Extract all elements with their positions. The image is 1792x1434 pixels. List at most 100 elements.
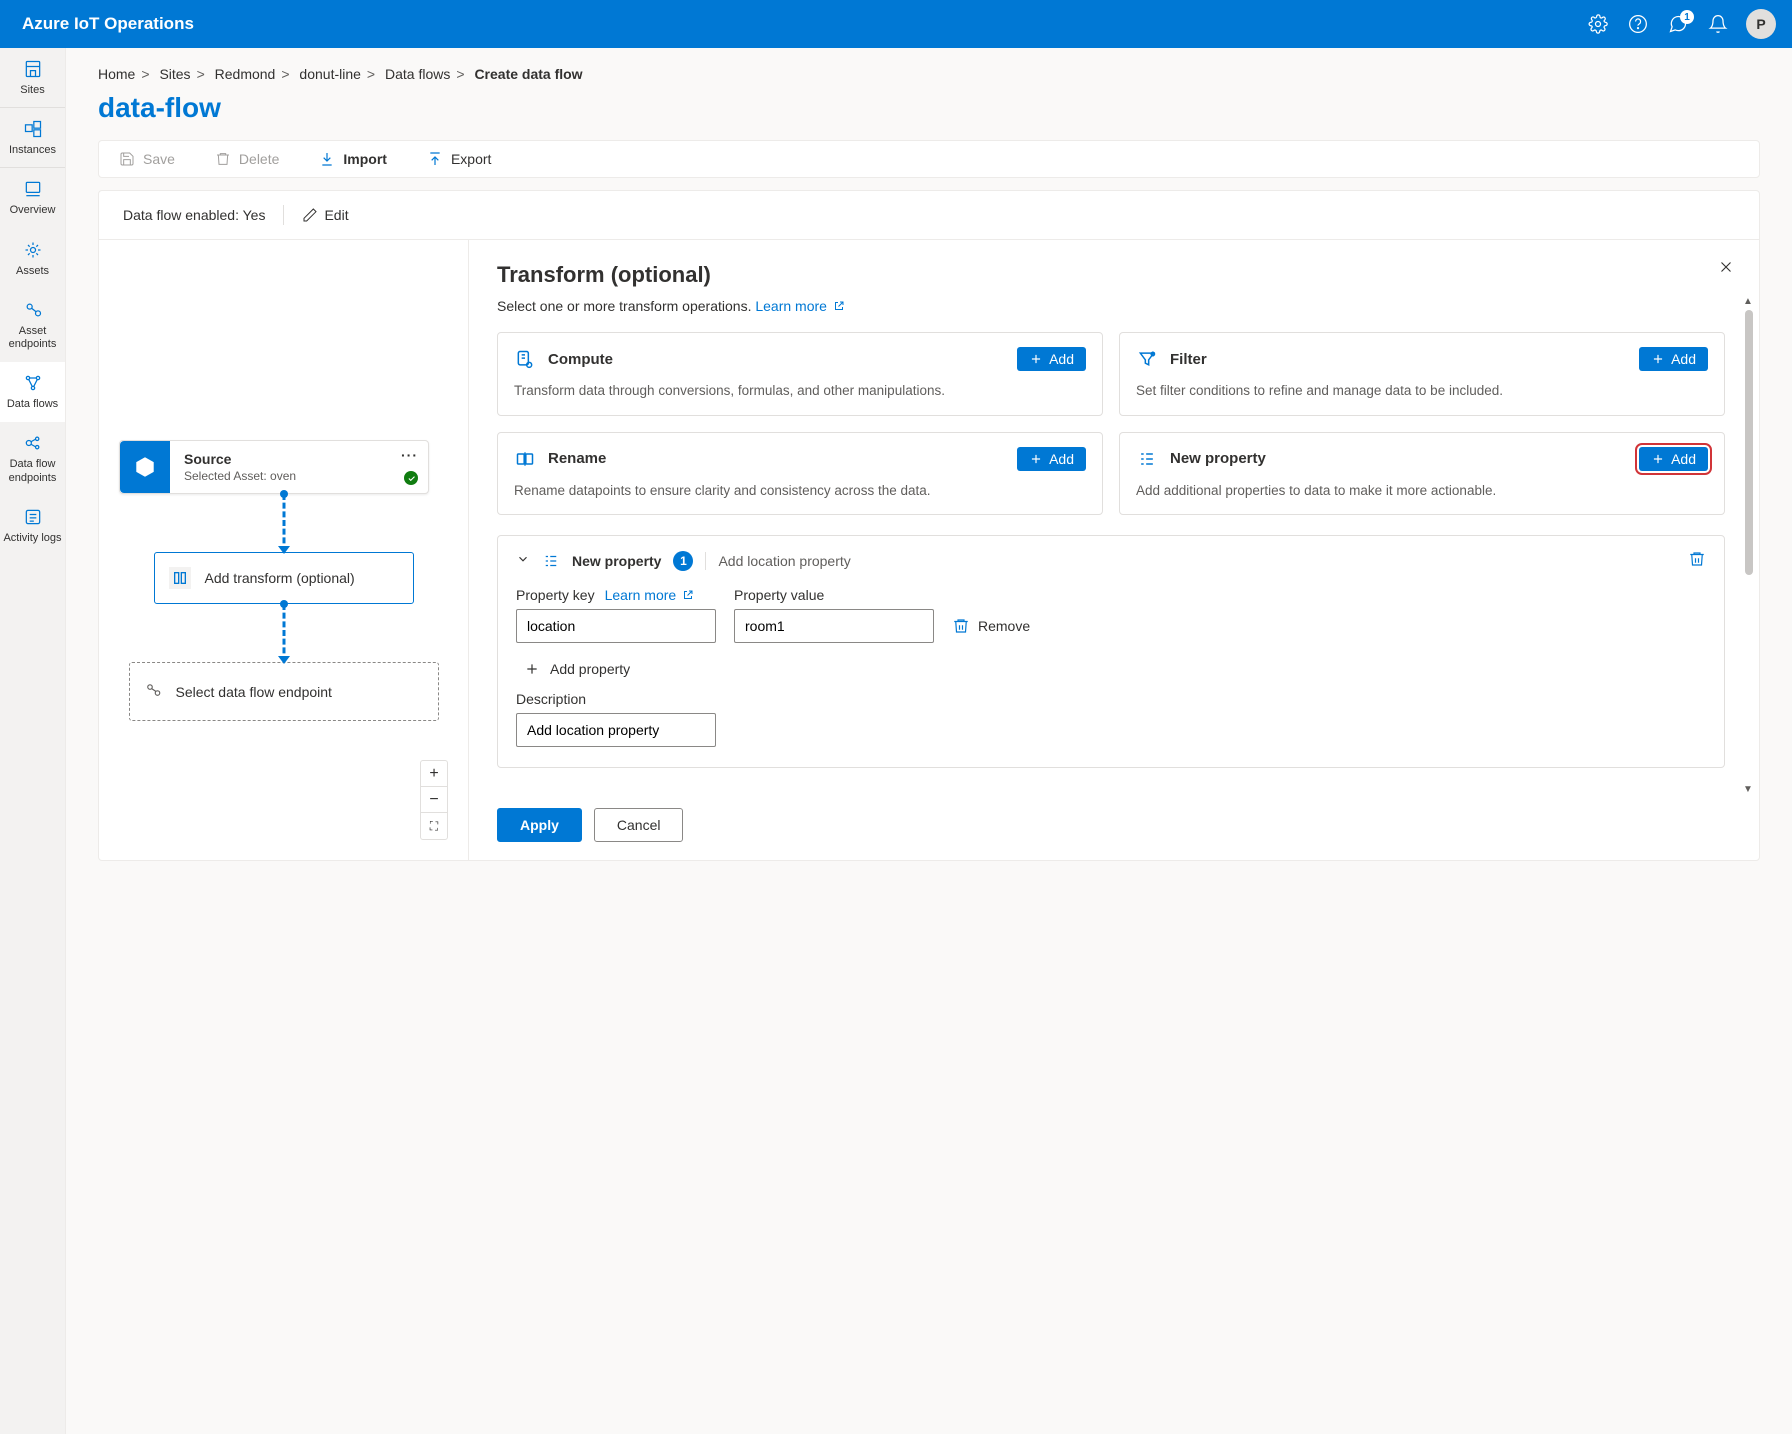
scroll-down-icon[interactable]: ▼ (1743, 784, 1753, 794)
panel-title: Transform (optional) (497, 262, 1731, 288)
sidebar-item-assets[interactable]: Assets (0, 229, 65, 289)
delete-section-button[interactable] (1688, 550, 1706, 571)
notifications-icon[interactable] (1698, 4, 1738, 44)
transform-panel: Transform (optional) Select one or more … (469, 240, 1759, 860)
rename-title: Rename (548, 450, 606, 467)
zoom-out-button[interactable]: − (421, 787, 447, 813)
endpoint-node[interactable]: Select data flow endpoint (129, 662, 439, 721)
close-icon[interactable] (1717, 258, 1735, 279)
feedback-icon[interactable]: 1 (1658, 4, 1698, 44)
connector (283, 494, 285, 552)
sidebar-item-instances[interactable]: Instances (0, 108, 65, 168)
avatar[interactable]: P (1746, 9, 1776, 39)
settings-icon[interactable] (1578, 4, 1618, 44)
breadcrumb-redmond[interactable]: Redmond (215, 66, 276, 82)
filter-add-button[interactable]: Add (1639, 347, 1708, 371)
rename-card: Rename Add Rename datapoints to ensure c… (497, 432, 1103, 516)
scrollbar-thumb[interactable] (1745, 310, 1753, 575)
scroll-up-icon[interactable]: ▲ (1743, 296, 1753, 306)
main-content: Home> Sites> Redmond> donut-line> Data f… (66, 48, 1792, 1434)
more-icon[interactable]: ··· (401, 447, 418, 463)
overview-icon (22, 178, 44, 200)
compute-title: Compute (548, 351, 613, 368)
save-button: Save (119, 151, 175, 167)
edit-button[interactable]: Edit (302, 207, 348, 223)
sidebar-label: Activity logs (3, 532, 61, 545)
toolbar: Save Delete Import Export (98, 140, 1760, 178)
sidebar-item-activity-logs[interactable]: Activity logs (0, 496, 65, 556)
apply-button[interactable]: Apply (497, 808, 582, 842)
check-icon (404, 471, 418, 485)
compute-desc: Transform data through conversions, form… (514, 381, 1086, 401)
sidebar-label: Asset endpoints (2, 325, 63, 351)
dataflow-header: Data flow enabled: Yes Edit (99, 191, 1759, 240)
cancel-button[interactable]: Cancel (594, 808, 684, 842)
rename-icon (514, 448, 536, 470)
endpoint-icon (144, 681, 162, 702)
filter-icon (1136, 348, 1158, 370)
sidebar-label: Instances (9, 144, 56, 157)
section-desc: Add location property (718, 553, 850, 569)
flow-canvas: Source Selected Asset: oven ··· Add tran… (99, 240, 469, 860)
sidebar-item-overview[interactable]: Overview (0, 168, 65, 228)
breadcrumb-home[interactable]: Home (98, 66, 135, 82)
shell: Sites Instances Overview Assets Asset en… (0, 48, 1792, 1434)
activity-logs-icon (22, 506, 44, 528)
transform-node[interactable]: Add transform (optional) (154, 552, 414, 604)
section-count: 1 (673, 551, 693, 571)
description-input[interactable] (516, 713, 716, 747)
sidebar-label: Overview (10, 204, 56, 217)
sidebar-item-dataflow-endpoints[interactable]: Data flow endpoints (0, 422, 65, 495)
filter-card: Filter Add Set filter conditions to refi… (1119, 332, 1725, 416)
newprop-card: New property Add Add additional properti… (1119, 432, 1725, 516)
property-row: Property key Learn more Property value (516, 587, 1706, 643)
feedback-badge: 1 (1680, 10, 1694, 24)
import-button[interactable]: Import (319, 151, 387, 167)
sidebar-item-asset-endpoints[interactable]: Asset endpoints (0, 289, 65, 362)
export-button[interactable]: Export (427, 151, 491, 167)
breadcrumb-dataflows[interactable]: Data flows (385, 66, 450, 82)
divider (283, 205, 284, 225)
rename-desc: Rename datapoints to ensure clarity and … (514, 481, 1086, 501)
breadcrumb: Home> Sites> Redmond> donut-line> Data f… (98, 66, 1760, 82)
property-value-input[interactable] (734, 609, 934, 643)
learn-more-link[interactable]: Learn more (755, 298, 844, 314)
assets-icon (22, 239, 44, 261)
sidebar-item-dataflows[interactable]: Data flows (0, 362, 65, 422)
remove-property-button[interactable]: Remove (952, 609, 1030, 643)
top-bar: Azure IoT Operations 1 P (0, 0, 1792, 48)
newprop-title: New property (1170, 450, 1266, 467)
help-icon[interactable] (1618, 4, 1658, 44)
panel-scrollbar[interactable]: ▲ ▼ (1743, 300, 1753, 790)
source-title: Source (184, 451, 414, 467)
newprop-add-button[interactable]: Add (1639, 447, 1708, 471)
property-key-input[interactable] (516, 609, 716, 643)
description-field: Description (516, 691, 1706, 747)
panel-actions: Apply Cancel (497, 808, 1731, 842)
breadcrumb-donutline[interactable]: donut-line (299, 66, 361, 82)
sites-icon (22, 58, 44, 80)
section-title: New property (572, 553, 661, 569)
zoom-in-button[interactable]: + (421, 761, 447, 787)
sidebar-label: Sites (20, 84, 44, 97)
sidebar-label: Assets (16, 265, 49, 278)
zoom-fit-button[interactable]: ⛶ (421, 813, 447, 839)
breadcrumb-sites[interactable]: Sites (159, 66, 190, 82)
sidebar-item-sites[interactable]: Sites (0, 48, 65, 108)
learn-more-key-link[interactable]: Learn more (605, 587, 694, 603)
enabled-label: Data flow enabled: Yes (123, 207, 265, 223)
filter-title: Filter (1170, 351, 1207, 368)
source-node[interactable]: Source Selected Asset: oven ··· (119, 440, 429, 494)
endpoint-label: Select data flow endpoint (176, 684, 332, 700)
property-value-field: Property value (734, 587, 934, 643)
chevron-down-icon[interactable] (516, 552, 530, 569)
export-label: Export (451, 151, 491, 167)
compute-card: Compute Add Transform data through conve… (497, 332, 1103, 416)
sidebar-label: Data flow endpoints (2, 458, 63, 484)
operation-cards: Compute Add Transform data through conve… (497, 332, 1725, 515)
add-property-button[interactable]: Add property (524, 661, 630, 677)
compute-add-button[interactable]: Add (1017, 347, 1086, 371)
panel-subtitle: Select one or more transform operations.… (497, 298, 1731, 314)
rename-add-button[interactable]: Add (1017, 447, 1086, 471)
list-icon (542, 552, 560, 570)
